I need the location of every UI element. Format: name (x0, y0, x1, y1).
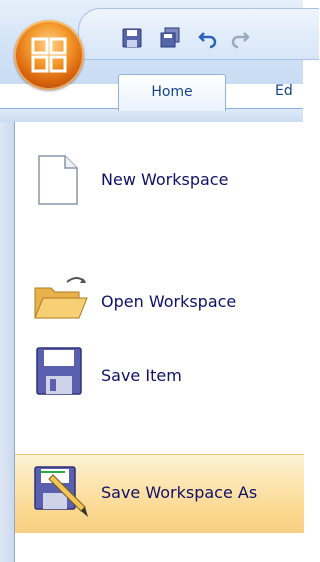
save-as-icon (33, 465, 91, 525)
menu-item-label: Save Item (101, 366, 182, 385)
save-floppy-icon (35, 346, 83, 400)
menu-item-new-workspace[interactable]: New Workspace (15, 146, 304, 218)
office-orb-button[interactable] (14, 20, 84, 90)
quick-access-toolbar (78, 8, 319, 60)
menu-left-border (0, 122, 14, 562)
menu-item-label: New Workspace (101, 170, 229, 189)
tab-home[interactable]: Home (118, 74, 226, 111)
new-document-icon (37, 154, 79, 210)
save-icon[interactable] (121, 27, 143, 49)
save-all-icon[interactable] (159, 27, 181, 49)
undo-icon[interactable] (197, 27, 219, 49)
menu-item-save-item[interactable]: Save Item (15, 342, 304, 414)
tab-edit[interactable]: Ed (275, 74, 315, 110)
application-menu: New Workspace Open Workspace Save Item S… (14, 122, 304, 562)
open-folder-icon (33, 274, 89, 326)
menu-item-save-workspace-as[interactable]: Save Workspace As (15, 454, 304, 533)
menu-item-open-workspace[interactable]: Open Workspace (15, 270, 304, 342)
menu-item-label: Save Workspace As (101, 483, 258, 502)
menu-item-label: Open Workspace (101, 292, 237, 311)
office-logo-icon (31, 37, 67, 73)
redo-icon[interactable] (229, 27, 251, 49)
